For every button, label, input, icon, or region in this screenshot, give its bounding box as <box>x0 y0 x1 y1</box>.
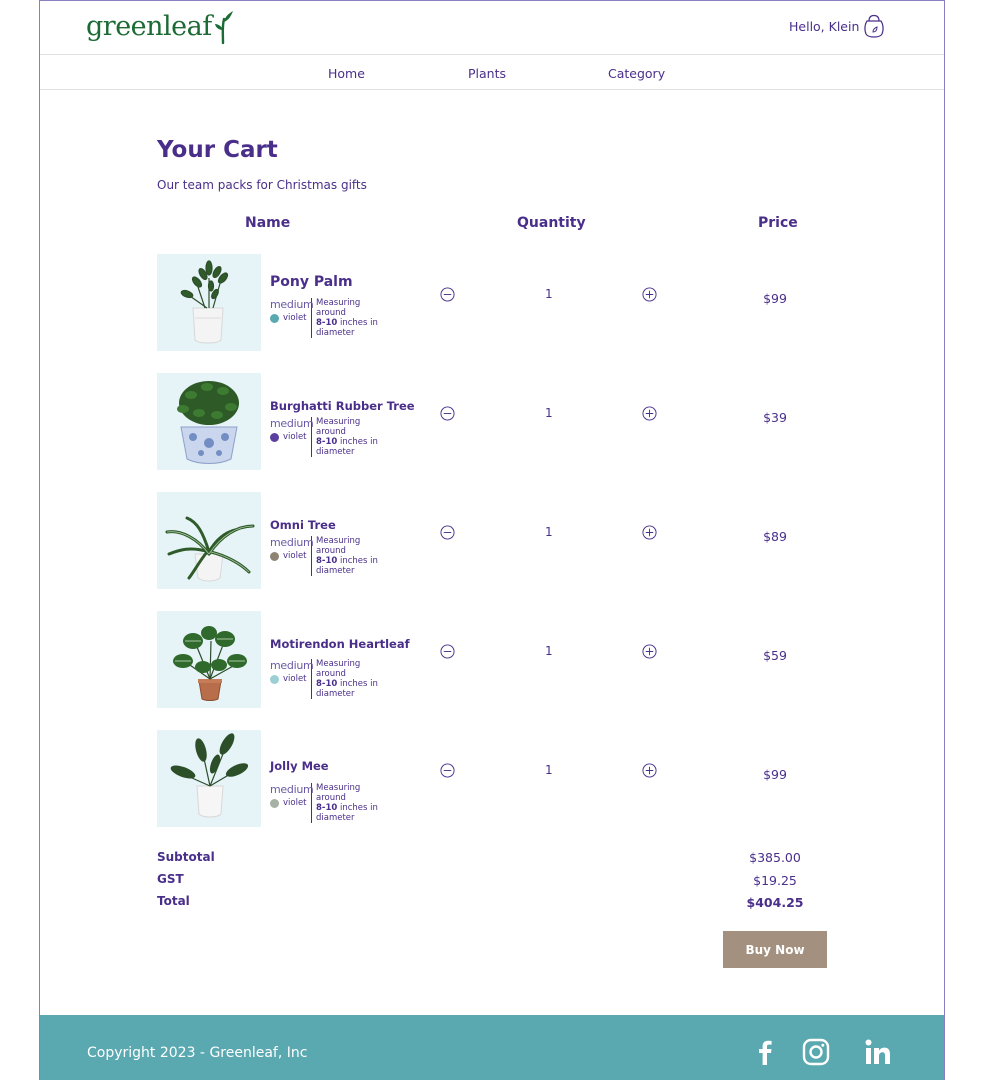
shopping-bag-icon[interactable] <box>863 14 885 38</box>
nav-plants[interactable]: Plants <box>468 66 506 81</box>
page-frame: greenleaf Hello, Klein Home Plants Categ… <box>39 0 945 1080</box>
gst-value: $19.25 <box>753 873 797 888</box>
item-price: $59 <box>763 648 787 663</box>
product-meta: medium violet Measuring around 8-10 inche… <box>270 298 392 338</box>
product-meta: medium violet Measuring around 8-10 inche… <box>270 783 392 823</box>
quantity-value: 1 <box>545 287 553 301</box>
item-price: $99 <box>763 291 787 306</box>
product-dimensions: Measuring around 8-10 inches in diameter <box>316 659 378 699</box>
product-dimensions: Measuring around 8-10 inches in diameter <box>316 783 378 823</box>
nav-home[interactable]: Home <box>328 66 365 81</box>
product-name[interactable]: Omni Tree <box>270 518 336 532</box>
product-image[interactable] <box>157 254 261 351</box>
product-image[interactable] <box>157 492 261 589</box>
page-title: Your Cart <box>157 137 278 163</box>
column-header-name: Name <box>245 215 291 231</box>
increase-quantity-button[interactable] <box>642 763 657 778</box>
product-dimensions: Measuring around 8-10 inches in diameter <box>316 536 378 576</box>
linkedin-icon[interactable] <box>863 1037 893 1067</box>
item-price: $39 <box>763 410 787 425</box>
copyright-text: Copyright 2023 - Greenleaf, Inc <box>87 1045 308 1061</box>
product-image[interactable] <box>157 611 261 708</box>
increase-quantity-button[interactable] <box>642 287 657 302</box>
nav-category[interactable]: Category <box>608 66 665 81</box>
item-price: $99 <box>763 767 787 782</box>
subtotal-value: $385.00 <box>749 850 801 865</box>
product-color: violet <box>283 674 307 684</box>
quantity-value: 1 <box>545 406 553 420</box>
increase-quantity-button[interactable] <box>642 525 657 540</box>
site-footer: Copyright 2023 - Greenleaf, Inc <box>40 1015 944 1080</box>
quantity-value: 1 <box>545 644 553 658</box>
color-swatch <box>270 674 279 684</box>
product-name[interactable]: Pony Palm <box>270 274 353 290</box>
product-image[interactable] <box>157 373 261 470</box>
buy-now-button[interactable]: Buy Now <box>723 931 827 968</box>
main-nav: Home Plants Category <box>40 56 944 90</box>
product-name[interactable]: Motirendon Heartleaf <box>270 637 410 651</box>
color-swatch <box>270 432 279 442</box>
product-color: violet <box>283 798 307 808</box>
facebook-icon[interactable] <box>750 1037 780 1067</box>
column-header-price: Price <box>758 215 798 231</box>
product-name[interactable]: Burghatti Rubber Tree <box>270 399 415 413</box>
logo[interactable]: greenleaf <box>86 9 234 45</box>
column-header-quantity: Quantity <box>517 215 586 231</box>
quantity-value: 1 <box>545 525 553 539</box>
product-dimensions: Measuring around 8-10 inches in diameter <box>316 417 378 457</box>
product-meta: medium violet Measuring around 8-10 inche… <box>270 536 392 576</box>
decrease-quantity-button[interactable] <box>440 287 455 302</box>
increase-quantity-button[interactable] <box>642 406 657 421</box>
product-size: medium <box>270 298 314 311</box>
gst-label: GST <box>157 872 184 886</box>
decrease-quantity-button[interactable] <box>440 644 455 659</box>
product-meta: medium violet Measuring around 8-10 inche… <box>270 417 392 457</box>
cart-row: Omni Tree medium violet Measuring around… <box>157 492 857 590</box>
item-price: $89 <box>763 529 787 544</box>
instagram-icon[interactable] <box>801 1037 831 1067</box>
subtotal-label: Subtotal <box>157 850 215 864</box>
product-size: medium <box>270 417 314 430</box>
decrease-quantity-button[interactable] <box>440 763 455 778</box>
page-subtitle: Our team packs for Christmas gifts <box>157 178 367 192</box>
site-header: greenleaf Hello, Klein <box>40 1 944 55</box>
decrease-quantity-button[interactable] <box>440 406 455 421</box>
color-swatch <box>270 798 279 808</box>
product-color: violet <box>283 551 307 561</box>
product-size: medium <box>270 659 314 672</box>
user-greeting: Hello, Klein <box>789 19 860 34</box>
total-label: Total <box>157 894 190 908</box>
logo-text: greenleaf <box>86 11 212 42</box>
product-image[interactable] <box>157 730 261 827</box>
color-swatch <box>270 551 279 561</box>
color-swatch <box>270 313 279 323</box>
total-value: $404.25 <box>746 895 804 910</box>
decrease-quantity-button[interactable] <box>440 525 455 540</box>
product-color: violet <box>283 313 307 323</box>
cart-row: Motirendon Heartleaf medium violet Measu… <box>157 611 857 709</box>
product-size: medium <box>270 783 314 796</box>
product-dimensions: Measuring around 8-10 inches in diameter <box>316 298 378 338</box>
product-name[interactable]: Jolly Mee <box>270 759 329 773</box>
cart-row: Pony Palm medium violet Measuring around… <box>157 254 857 352</box>
product-size: medium <box>270 536 314 549</box>
quantity-value: 1 <box>545 763 553 777</box>
cart-row: Burghatti Rubber Tree medium violet Meas… <box>157 373 857 471</box>
leaf-logo-icon <box>214 11 233 45</box>
product-color: violet <box>283 432 307 442</box>
product-meta: medium violet Measuring around 8-10 inche… <box>270 659 392 699</box>
cart-row: Jolly Mee medium violet Measuring around… <box>157 730 857 828</box>
increase-quantity-button[interactable] <box>642 644 657 659</box>
